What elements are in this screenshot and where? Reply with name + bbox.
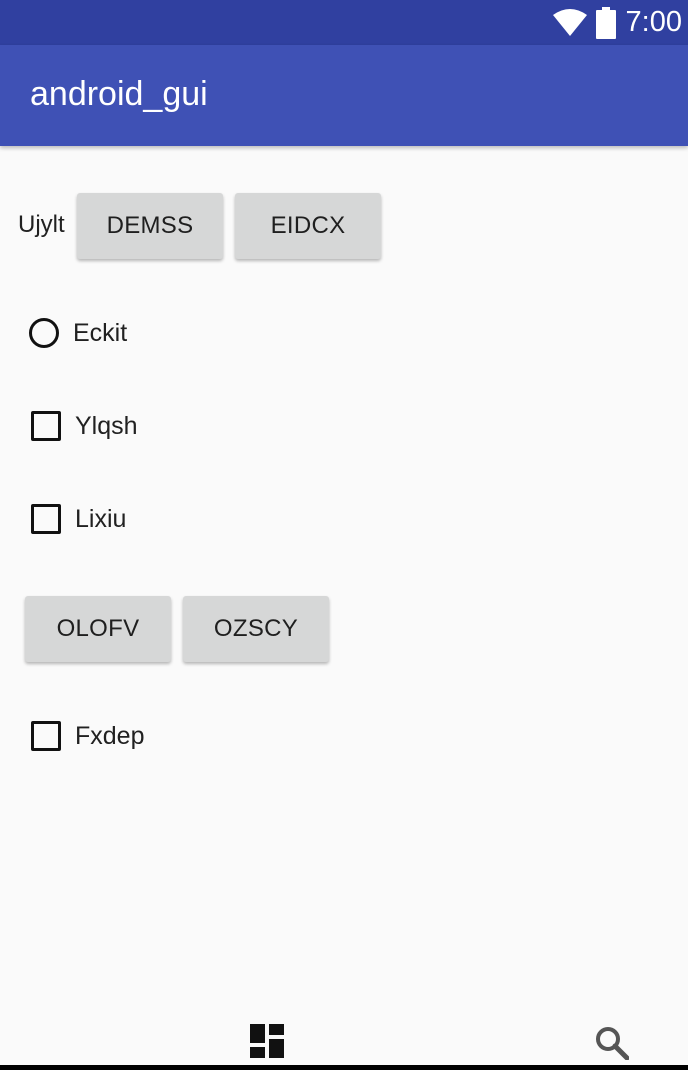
eidcx-button[interactable]: EIDCX: [235, 193, 381, 259]
eckit-radio-label: Eckit: [73, 318, 128, 347]
app-bar: android_gui: [0, 45, 688, 146]
radio-button-circle[interactable]: [29, 318, 59, 348]
status-bar: 7:00: [0, 0, 688, 45]
checkbox-box[interactable]: [31, 504, 61, 534]
eckit-radio[interactable]: Eckit: [28, 313, 127, 353]
demss-button[interactable]: DEMSS: [77, 193, 223, 259]
status-time: 7:00: [625, 6, 682, 38]
dashboard-icon[interactable]: [250, 1024, 284, 1058]
navigation-bar-edge: [0, 1065, 688, 1070]
ylqsh-checkbox[interactable]: Ylqsh: [28, 406, 138, 446]
lixiu-checkbox-label: Lixiu: [75, 504, 127, 533]
search-icon[interactable]: [595, 1026, 629, 1060]
checkbox-box[interactable]: [31, 721, 61, 751]
battery-icon: [595, 6, 616, 39]
lixiu-checkbox[interactable]: Lixiu: [28, 499, 126, 539]
fxdep-checkbox-label: Fxdep: [75, 721, 145, 750]
fxdep-checkbox[interactable]: Fxdep: [28, 716, 144, 756]
ylqsh-checkbox-label: Ylqsh: [75, 411, 138, 440]
app-title: android_gui: [30, 75, 208, 113]
checkbox-box[interactable]: [31, 411, 61, 441]
wifi-icon: [552, 8, 587, 36]
ujylt-label: Ujylt: [18, 211, 65, 238]
olofv-button[interactable]: OLOFV: [25, 596, 171, 662]
ozscy-button[interactable]: OZSCY: [183, 596, 329, 662]
status-icons: 7:00: [552, 0, 682, 45]
